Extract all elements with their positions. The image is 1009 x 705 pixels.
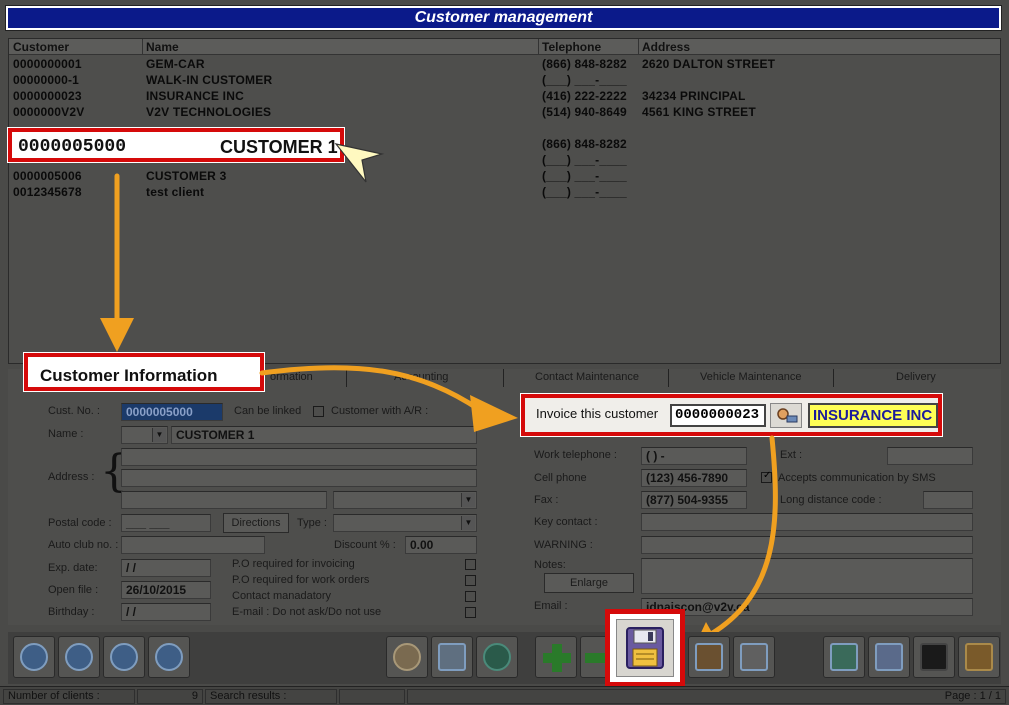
bottom-toolbar	[8, 632, 1001, 684]
status-bar: Number of clients : 9 Search results : P…	[0, 686, 1009, 705]
notes-button[interactable]	[868, 636, 910, 678]
first-icon	[20, 643, 48, 671]
search-button[interactable]	[476, 636, 518, 678]
lookup-tool-button[interactable]	[386, 636, 428, 678]
search-results-count	[339, 689, 405, 704]
pencil-icon	[875, 643, 903, 671]
print-button[interactable]	[733, 636, 775, 678]
document-icon	[438, 643, 466, 671]
search-icon	[483, 643, 511, 671]
arrow-to-save	[697, 435, 778, 643]
page-indicator: Page : 1 / 1	[407, 689, 1006, 704]
clients-count-label: Number of clients :	[3, 689, 135, 704]
previous-record-button[interactable]	[58, 636, 100, 678]
clients-count: 9	[137, 689, 203, 704]
last-record-button[interactable]	[148, 636, 190, 678]
briefcase-button[interactable]	[913, 636, 955, 678]
arrow-down-icon	[110, 643, 138, 671]
first-record-button[interactable]	[13, 636, 55, 678]
exit-door-icon	[965, 643, 993, 671]
arrow-up-icon	[65, 643, 93, 671]
envelope-icon	[830, 643, 858, 671]
plus-icon	[543, 644, 571, 672]
annotation-arrows	[100, 143, 778, 656]
box-icon	[695, 643, 723, 671]
printer-icon	[740, 643, 768, 671]
floppy-disk-icon	[626, 627, 664, 669]
box-button[interactable]	[688, 636, 730, 678]
document-button[interactable]	[431, 636, 473, 678]
email-button[interactable]	[823, 636, 865, 678]
magnifier-hand-icon	[393, 643, 421, 671]
cursor-icon	[334, 143, 385, 183]
briefcase-icon	[920, 643, 948, 671]
search-results-label: Search results :	[205, 689, 337, 704]
next-record-button[interactable]	[103, 636, 145, 678]
add-button[interactable]	[535, 636, 577, 678]
arrow-to-invoice	[259, 365, 483, 413]
exit-button[interactable]	[958, 636, 1000, 678]
arrow-up-icon	[155, 643, 183, 671]
save-button[interactable]	[605, 609, 685, 687]
